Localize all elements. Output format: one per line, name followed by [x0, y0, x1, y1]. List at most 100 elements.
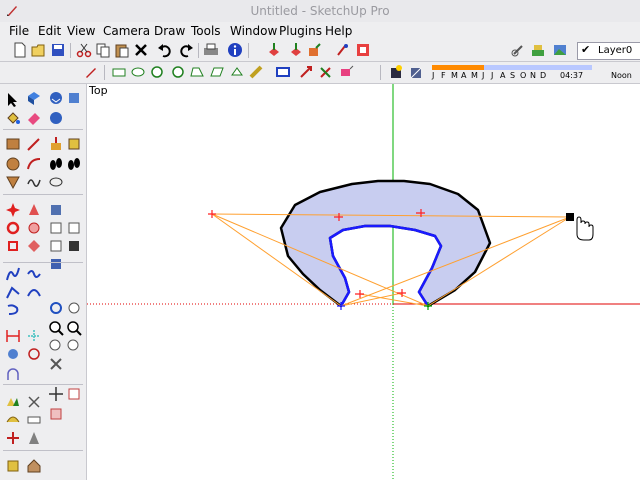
- helix-tool-icon[interactable]: [5, 302, 21, 318]
- polygon-icon[interactable]: [209, 64, 225, 80]
- modeling-viewport[interactable]: Top: [87, 84, 640, 480]
- control-point[interactable]: [208, 210, 216, 218]
- footprints-icon[interactable]: [66, 156, 82, 172]
- offset-tool-icon[interactable]: [48, 174, 64, 190]
- walk-tool-icon[interactable]: [48, 386, 64, 402]
- shape2-icon[interactable]: [275, 64, 291, 80]
- position-camera-icon[interactable]: [48, 356, 64, 372]
- solid-tool-2-icon[interactable]: [66, 220, 82, 236]
- menu-plugins[interactable]: Plugins: [279, 24, 322, 38]
- share-model-icon[interactable]: [288, 42, 304, 58]
- cube-dark-icon[interactable]: [66, 238, 82, 254]
- move-tool-icon[interactable]: [66, 136, 82, 152]
- arc2-icon[interactable]: [170, 64, 186, 80]
- rectangle-tool-icon[interactable]: [5, 136, 21, 152]
- photo-textures-icon[interactable]: [552, 42, 568, 58]
- line-tool-icon[interactable]: [26, 136, 42, 152]
- polyline-tool-icon[interactable]: [5, 284, 21, 300]
- smoove-tool-icon[interactable]: [5, 412, 21, 428]
- eraser-icon[interactable]: [26, 110, 42, 126]
- paste-icon[interactable]: [114, 42, 130, 58]
- menu-file[interactable]: File: [9, 24, 29, 38]
- shape1-icon[interactable]: [248, 64, 264, 80]
- flip-tool-icon[interactable]: [5, 220, 21, 236]
- zoom-tool-icon[interactable]: [48, 320, 64, 336]
- rotate-tool-icon[interactable]: [5, 202, 21, 218]
- get-photo-texture-icon[interactable]: [335, 42, 351, 58]
- cube-tool-icon[interactable]: [48, 238, 64, 254]
- sandbox-from-contours-icon[interactable]: [5, 394, 21, 410]
- menu-tools[interactable]: Tools: [191, 24, 221, 38]
- orbit-tool-icon[interactable]: [48, 300, 64, 316]
- shape5-icon[interactable]: [338, 64, 354, 80]
- freehand-icon[interactable]: [130, 64, 146, 80]
- house-icon[interactable]: [26, 458, 42, 474]
- shape3-icon[interactable]: [298, 64, 314, 80]
- active-grip-handle[interactable]: [566, 213, 574, 221]
- pan-tool-icon[interactable]: [66, 300, 82, 316]
- push-pull-icon[interactable]: [48, 136, 64, 152]
- menu-camera[interactable]: Camera: [103, 24, 150, 38]
- shadow-settings-icon[interactable]: [388, 64, 404, 80]
- rect-icon[interactable]: [229, 64, 245, 80]
- stamp-tool-icon[interactable]: [26, 412, 42, 428]
- circle-tool-icon[interactable]: [5, 156, 21, 172]
- menu-window[interactable]: Window: [230, 24, 277, 38]
- undo-icon[interactable]: [157, 42, 173, 58]
- select-tool-icon[interactable]: [5, 92, 21, 108]
- print-icon[interactable]: [203, 42, 219, 58]
- intersect-tool-icon[interactable]: [26, 220, 42, 236]
- pencil-icon[interactable]: [83, 64, 99, 80]
- layer-dropdown[interactable]: ✔ Layer0: [577, 42, 640, 60]
- add-detail-icon[interactable]: [26, 430, 42, 446]
- rotated-rect-icon[interactable]: [5, 238, 21, 254]
- flip-edge-icon[interactable]: [5, 458, 21, 474]
- erase-icon[interactable]: [133, 42, 149, 58]
- save-icon[interactable]: [50, 42, 66, 58]
- control-point[interactable]: [355, 290, 364, 298]
- dimension-tool-icon[interactable]: [5, 328, 21, 344]
- arch-tool-icon[interactable]: [5, 366, 21, 382]
- zoom-window-icon[interactable]: [66, 320, 82, 336]
- open-icon[interactable]: [31, 42, 47, 58]
- sandbox-scratch-icon[interactable]: [26, 394, 42, 410]
- copy-icon[interactable]: [95, 42, 111, 58]
- bezier-tool-icon[interactable]: [5, 266, 21, 282]
- scale-tool-icon[interactable]: [26, 202, 42, 218]
- make-component-icon[interactable]: [26, 90, 42, 106]
- 3d-text-icon[interactable]: [26, 346, 42, 362]
- share-component-icon[interactable]: [306, 42, 322, 58]
- polygon-tool-icon[interactable]: [5, 174, 21, 190]
- menu-help[interactable]: Help: [325, 24, 352, 38]
- toggle-terrain-icon[interactable]: [530, 42, 546, 58]
- add-location-icon[interactable]: [510, 42, 526, 58]
- menu-edit[interactable]: Edit: [38, 24, 61, 38]
- arc1-icon[interactable]: [149, 64, 165, 80]
- arc-tool-icon[interactable]: [26, 156, 42, 172]
- text-tool-icon[interactable]: [5, 346, 21, 362]
- cube-blue-icon[interactable]: [48, 256, 64, 272]
- spline-tool-icon[interactable]: [26, 266, 42, 282]
- shape4-icon[interactable]: [318, 64, 334, 80]
- preview-icon[interactable]: [355, 42, 371, 58]
- model-canvas[interactable]: [87, 84, 640, 480]
- menu-view[interactable]: View: [67, 24, 95, 38]
- menu-draw[interactable]: Draw: [154, 24, 185, 38]
- redo-icon[interactable]: [178, 42, 194, 58]
- zoom-extents-icon[interactable]: [48, 338, 64, 354]
- drape-tool-icon[interactable]: [5, 430, 21, 446]
- cut-icon[interactable]: [76, 42, 92, 58]
- arc3-icon[interactable]: [189, 64, 205, 80]
- display-shadows-icon[interactable]: [408, 64, 424, 80]
- get-models-icon[interactable]: [266, 42, 282, 58]
- component-extra-icon[interactable]: [66, 90, 82, 106]
- new-icon[interactable]: [12, 42, 28, 58]
- three-d-warehouse-icon[interactable]: [48, 90, 64, 106]
- solid-tool-icon[interactable]: [48, 220, 64, 236]
- section-plane-icon[interactable]: [48, 110, 64, 126]
- offset-surface-icon[interactable]: [26, 238, 42, 254]
- catmull-tool-icon[interactable]: [26, 284, 42, 300]
- look-around-icon[interactable]: [66, 386, 82, 402]
- axis-tool-icon[interactable]: [26, 328, 42, 344]
- follow-me-icon[interactable]: [48, 156, 64, 172]
